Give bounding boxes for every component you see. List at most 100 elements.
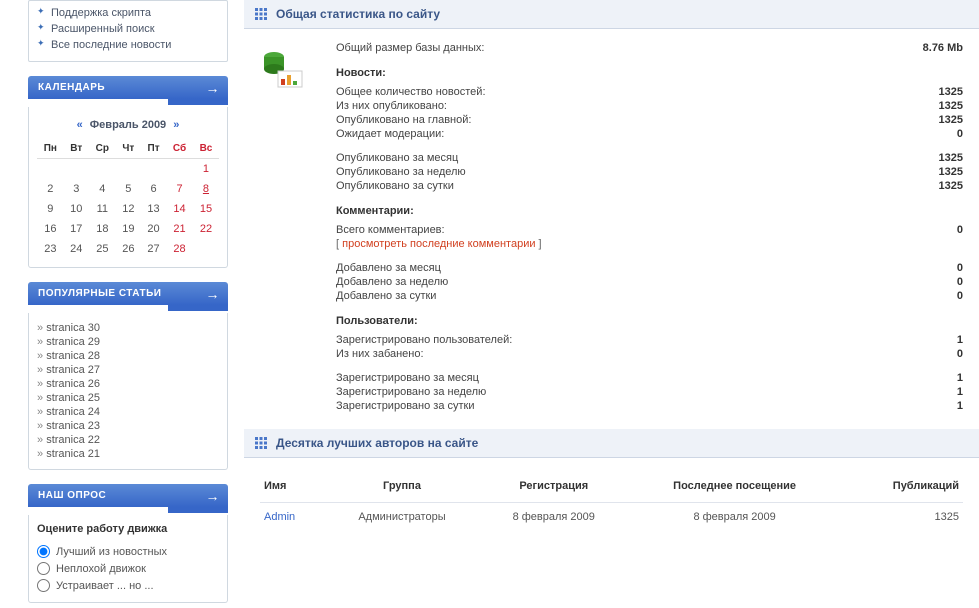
stat-value: 0 xyxy=(863,128,963,140)
author-pub: 1325 xyxy=(842,503,963,532)
stat-row: Ожидает модерации:0 xyxy=(336,127,963,141)
calendar-dayhead: Вс xyxy=(193,139,219,159)
stat-section-news: Новости: xyxy=(336,67,963,79)
calendar-day[interactable]: 20 xyxy=(141,219,166,239)
calendar-day[interactable]: 12 xyxy=(116,199,141,219)
popular-item[interactable]: stranica 25 xyxy=(37,391,219,405)
calendar-next[interactable]: » xyxy=(173,119,179,131)
popular-item[interactable]: stranica 26 xyxy=(37,377,219,391)
arrow-right-icon: → xyxy=(206,80,221,96)
calendar-day[interactable]: 6 xyxy=(141,179,166,199)
calendar-day[interactable]: 25 xyxy=(89,239,116,259)
stat-value: 0 xyxy=(863,276,963,288)
calendar-dayhead: Чт xyxy=(116,139,141,159)
stat-value: 1325 xyxy=(863,114,963,126)
stat-value: 1 xyxy=(863,334,963,346)
popular-item[interactable]: stranica 28 xyxy=(37,349,219,363)
calendar-day[interactable]: 15 xyxy=(193,199,219,219)
popular-item[interactable]: stranica 27 xyxy=(37,363,219,377)
stat-row: Из них опубликовано:1325 xyxy=(336,99,963,113)
th-pub: Публикаций xyxy=(842,474,963,503)
stat-row: Общее количество новостей:1325 xyxy=(336,85,963,99)
author-link[interactable]: Admin xyxy=(264,511,295,523)
calendar-day xyxy=(37,159,64,180)
stat-label: Опубликовано за сутки xyxy=(336,180,863,192)
view-comments-link[interactable]: просмотреть последние комментарии xyxy=(342,238,535,250)
calendar-day[interactable]: 19 xyxy=(116,219,141,239)
popular-item[interactable]: stranica 24 xyxy=(37,405,219,419)
stats-panel-body: Общий размер базы данных: 8.76 Mb Новост… xyxy=(244,29,979,429)
th-name: Имя xyxy=(260,474,324,503)
calendar-day[interactable]: 24 xyxy=(64,239,89,259)
calendar-day[interactable]: 11 xyxy=(89,199,116,219)
calendar-day[interactable]: 8 xyxy=(193,179,219,199)
poll-option[interactable]: Устраивает ... но ... xyxy=(37,577,219,594)
popular-item[interactable]: stranica 21 xyxy=(37,447,219,461)
poll-option[interactable]: Лучший из новостных xyxy=(37,543,219,560)
popular-item[interactable]: stranica 22 xyxy=(37,433,219,447)
stat-row: Опубликовано на главной:1325 xyxy=(336,113,963,127)
stat-label: Добавлено за сутки xyxy=(336,290,863,302)
bullet-icon xyxy=(37,41,45,49)
stat-label: Общее количество новостей: xyxy=(336,86,863,98)
calendar-day[interactable]: 9 xyxy=(37,199,64,219)
calendar-prev[interactable]: « xyxy=(77,119,83,131)
calendar-day[interactable]: 7 xyxy=(166,179,193,199)
calendar-day[interactable]: 1 xyxy=(193,159,219,180)
calendar-day[interactable]: 18 xyxy=(89,219,116,239)
calendar-day[interactable]: 21 xyxy=(166,219,193,239)
stat-row: Добавлено за сутки0 xyxy=(336,289,963,303)
th-last: Последнее посещение xyxy=(628,474,842,503)
accent-bar xyxy=(28,305,228,311)
menu-label: Расширенный поиск xyxy=(51,23,155,35)
calendar-day[interactable]: 16 xyxy=(37,219,64,239)
stat-row: Всего комментариев: 0 xyxy=(336,223,963,237)
calendar-day[interactable]: 5 xyxy=(116,179,141,199)
stat-value: 1 xyxy=(863,386,963,398)
author-group: Администраторы xyxy=(324,503,480,532)
calendar-day[interactable]: 23 xyxy=(37,239,64,259)
calendar-day[interactable]: 10 xyxy=(64,199,89,219)
menu-item-allnews[interactable]: Все последние новости xyxy=(37,37,219,53)
calendar-day[interactable]: 27 xyxy=(141,239,166,259)
popular-item[interactable]: stranica 29 xyxy=(37,335,219,349)
stat-label: Зарегистрировано за месяц xyxy=(336,372,863,384)
stat-label: Зарегистрировано за сутки xyxy=(336,400,863,412)
calendar-day[interactable]: 28 xyxy=(166,239,193,259)
author-last: 8 февраля 2009 xyxy=(628,503,842,532)
menu-item-support[interactable]: Поддержка скрипта xyxy=(37,5,219,21)
poll-radio[interactable] xyxy=(37,579,50,592)
stat-value: 1325 xyxy=(863,166,963,178)
calendar-day[interactable]: 14 xyxy=(166,199,193,219)
poll-radio[interactable] xyxy=(37,545,50,558)
stats-title: Общая статистика по сайту xyxy=(276,7,440,21)
calendar-day[interactable]: 3 xyxy=(64,179,89,199)
calendar-dayhead: Пт xyxy=(141,139,166,159)
accent-bar xyxy=(28,507,228,513)
top-menu: Поддержка скрипта Расширенный поиск Все … xyxy=(28,0,228,62)
popular-item[interactable]: stranica 30 xyxy=(37,321,219,335)
accent-bar xyxy=(28,99,228,105)
poll-radio[interactable] xyxy=(37,562,50,575)
author-reg: 8 февраля 2009 xyxy=(480,503,628,532)
stat-row: Общий размер базы данных: 8.76 Mb xyxy=(336,41,963,55)
menu-label: Поддержка скрипта xyxy=(51,7,151,19)
calendar-day[interactable]: 26 xyxy=(116,239,141,259)
poll-body: Оцените работу движка Лучший из новостны… xyxy=(28,515,228,603)
th-reg: Регистрация xyxy=(480,474,628,503)
stat-value: 1325 xyxy=(863,86,963,98)
stat-value: 0 xyxy=(863,224,963,236)
calendar-day[interactable]: 4 xyxy=(89,179,116,199)
popular-item[interactable]: stranica 23 xyxy=(37,419,219,433)
calendar-day[interactable]: 22 xyxy=(193,219,219,239)
stat-row: Зарегистрировано за сутки1 xyxy=(336,399,963,413)
menu-item-search[interactable]: Расширенный поиск xyxy=(37,21,219,37)
stat-row: Добавлено за неделю0 xyxy=(336,275,963,289)
menu-label: Все последние новости xyxy=(51,39,171,51)
calendar-day[interactable]: 17 xyxy=(64,219,89,239)
calendar-day[interactable]: 13 xyxy=(141,199,166,219)
poll-option[interactable]: Неплохой движок xyxy=(37,560,219,577)
stat-value: 0 xyxy=(863,348,963,360)
calendar-dayhead: Вт xyxy=(64,139,89,159)
calendar-day[interactable]: 2 xyxy=(37,179,64,199)
